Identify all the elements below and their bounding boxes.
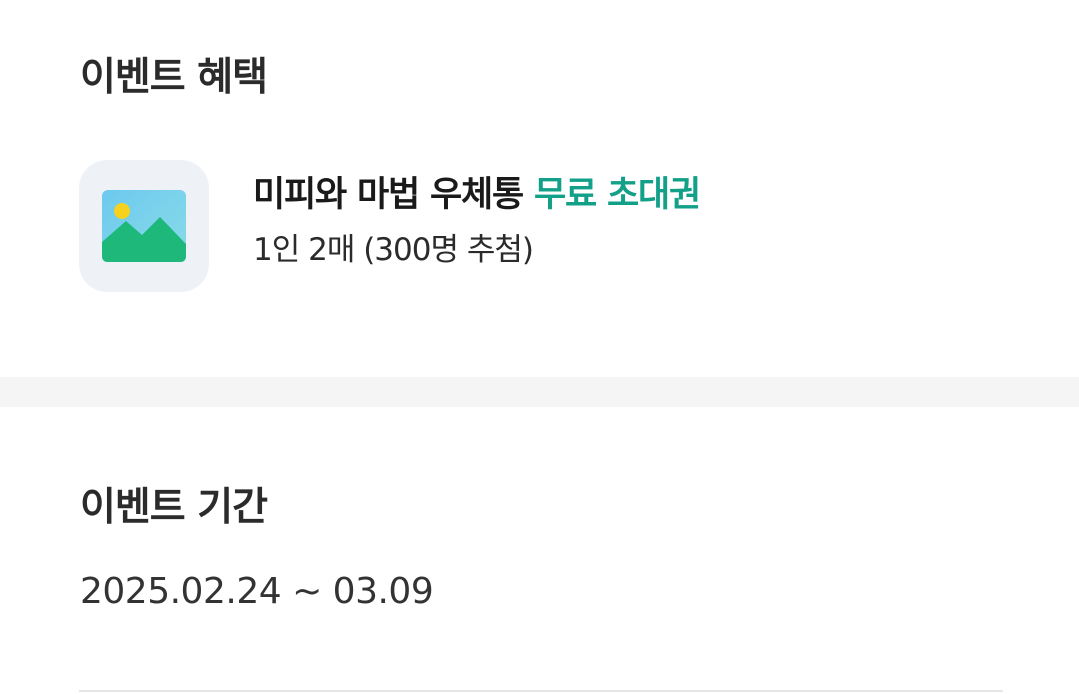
benefit-name: 미피와 마법 우체통 무료 초대권	[253, 174, 701, 216]
image-placeholder-icon	[102, 190, 186, 262]
benefit-item: 미피와 마법 우체통 무료 초대권 1인 2매 (300명 추첨)	[79, 160, 701, 292]
benefit-section-title: 이벤트 혜택	[80, 55, 268, 100]
benefit-thumbnail	[79, 160, 209, 292]
benefit-name-main: 미피와 마법 우체통	[253, 175, 534, 215]
period-section-title: 이벤트 기간	[80, 485, 268, 530]
benefit-description: 1인 2매 (300명 추첨)	[253, 232, 534, 268]
event-info-page: 이벤트 혜택 미피와 마법 우체통 무료 초대권 1인 2매 (300명 추첨)…	[0, 0, 1079, 694]
bottom-divider	[79, 690, 1003, 692]
section-divider	[0, 377, 1079, 407]
benefit-text: 미피와 마법 우체통 무료 초대권 1인 2매 (300명 추첨)	[253, 160, 701, 269]
event-period-value: 2025.02.24 ~ 03.09	[80, 571, 434, 612]
benefit-name-accent: 무료 초대권	[533, 175, 701, 215]
